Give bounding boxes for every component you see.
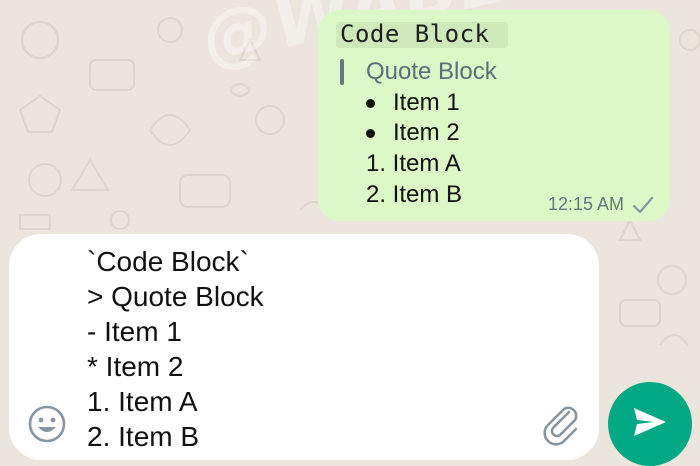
bullet-item-1: Item 1	[366, 88, 460, 118]
bullet-item-text: Item 2	[393, 119, 460, 146]
numbered-item-1: 1. Item A	[366, 150, 461, 177]
outgoing-message-bubble[interactable]: Code Block Quote Block Item 1 Item 2 1. …	[318, 10, 670, 221]
bullet-item-2: Item 2	[366, 118, 460, 148]
message-input[interactable]: `Code Block` > Quote Block - Item 1 * It…	[87, 244, 264, 454]
paperclip-icon[interactable]	[539, 402, 583, 446]
send-button[interactable]	[608, 382, 692, 466]
quote-block-line: Quote Block	[340, 57, 497, 87]
quote-block-text: Quote Block	[366, 58, 497, 85]
code-block-text: Code Block	[340, 20, 490, 48]
message-time: 12:15 AM	[547, 194, 624, 214]
bullet-dot	[366, 98, 375, 108]
send-arrow-icon	[632, 406, 668, 443]
message-meta: 12:15 AM	[548, 194, 654, 215]
numbered-item-2: 2. Item B	[366, 181, 463, 208]
bullet-dot	[366, 128, 375, 138]
smiley-icon[interactable]	[27, 404, 67, 444]
quote-bar	[340, 59, 344, 85]
bullet-item-text: Item 1	[393, 89, 460, 116]
message-composer[interactable]: `Code Block` > Quote Block - Item 1 * It…	[9, 234, 599, 460]
code-block-line: Code Block	[336, 20, 508, 48]
single-check-icon	[632, 196, 654, 214]
